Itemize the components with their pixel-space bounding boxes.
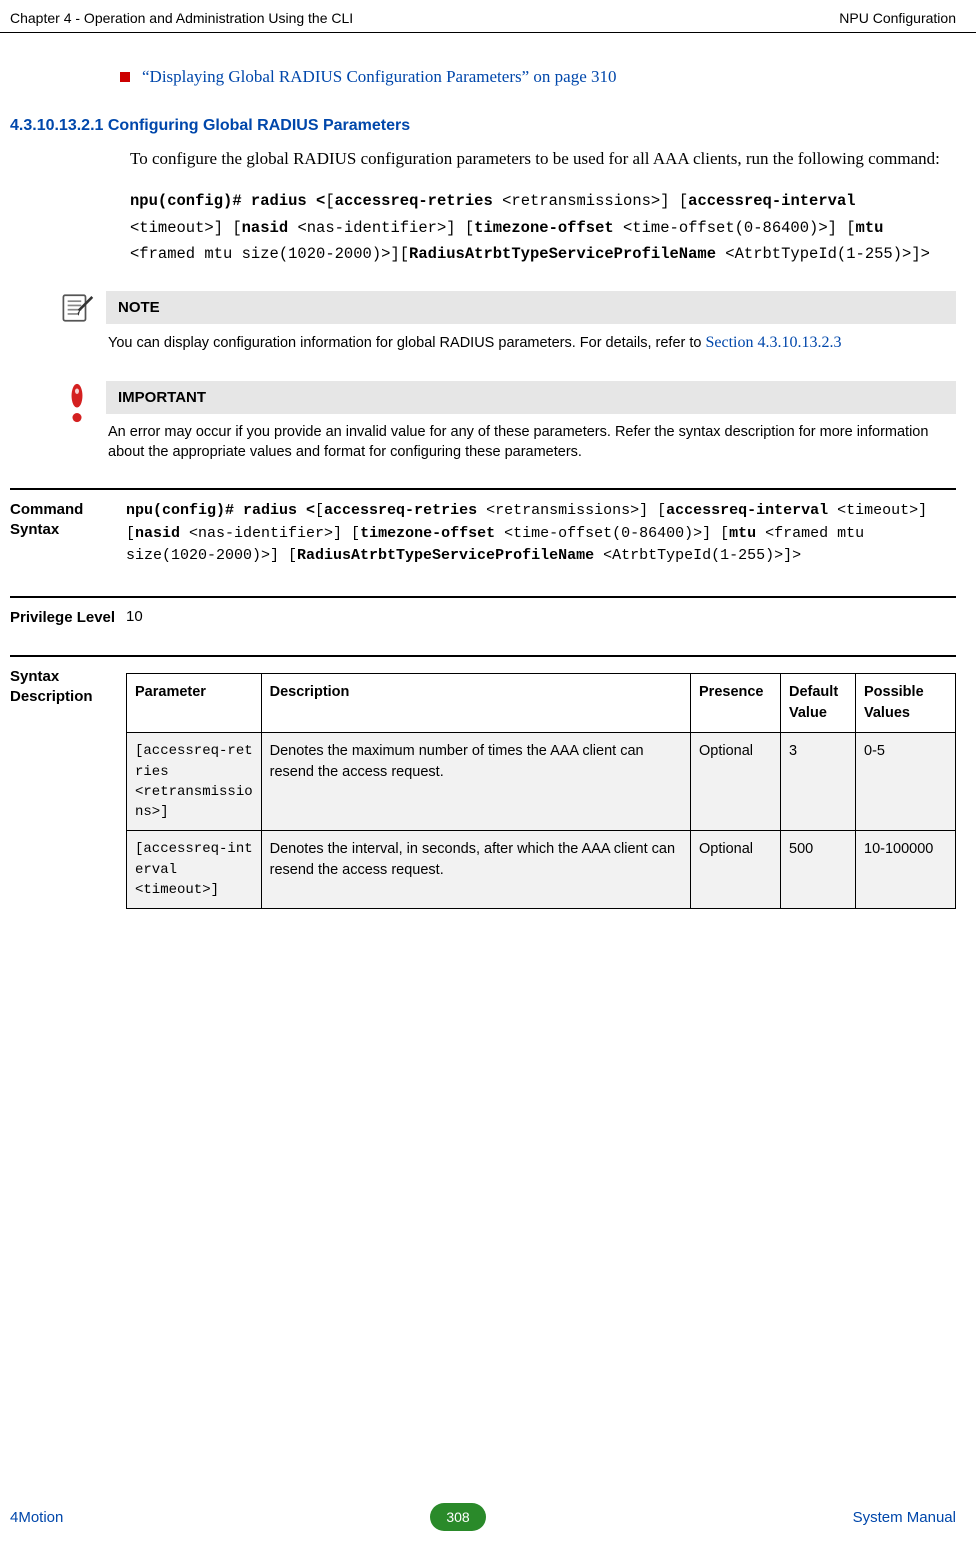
important-icon	[48, 381, 106, 469]
footer-left: 4Motion	[10, 1509, 63, 1526]
important-text: An error may occur if you provide an inv…	[106, 422, 956, 469]
th-possible: Possible Values	[856, 674, 956, 733]
cell-desc: Denotes the maximum number of times the …	[261, 733, 690, 831]
th-parameter: Parameter	[127, 674, 262, 733]
syntax-description-row: Syntax Description Parameter Description…	[10, 655, 956, 909]
intro-paragraph: To configure the global RADIUS configura…	[130, 145, 956, 172]
section-heading: 4.3.10.13.2.1 Configuring Global RADIUS …	[10, 117, 956, 135]
syntax-table: Parameter Description Presence Default V…	[126, 673, 956, 909]
page-footer: 4Motion 308 System Manual	[0, 1503, 976, 1531]
cell-possible: 10-100000	[856, 831, 956, 909]
syntax-description-table-wrap: Parameter Description Presence Default V…	[126, 667, 956, 909]
table-header-row: Parameter Description Presence Default V…	[127, 674, 956, 733]
command-syntax-value: npu(config)# radius <[accessreq-retries …	[126, 500, 956, 568]
command-syntax-row: Command Syntax npu(config)# radius <[acc…	[10, 488, 956, 568]
privilege-level-value: 10	[126, 608, 956, 628]
privilege-level-row: Privilege Level 10	[10, 596, 956, 628]
bullet-square-icon	[120, 72, 130, 82]
footer-right: System Manual	[853, 1509, 956, 1526]
cell-presence: Optional	[691, 733, 781, 831]
header-right: NPU Configuration	[839, 10, 956, 26]
note-callout: NOTE You can display configuration infor…	[48, 291, 956, 360]
page-header: Chapter 4 - Operation and Administration…	[0, 0, 976, 33]
important-title: IMPORTANT	[106, 381, 956, 414]
cell-default: 3	[781, 733, 856, 831]
cell-presence: Optional	[691, 831, 781, 909]
page-number-pill: 308	[430, 1503, 485, 1531]
table-row: [accessreq-interval<timeout>] Denotes th…	[127, 831, 956, 909]
cross-reference-link[interactable]: “Displaying Global RADIUS Configuration …	[142, 67, 617, 87]
note-text: You can display configuration informatio…	[106, 332, 956, 360]
privilege-level-label: Privilege Level	[10, 608, 126, 628]
syntax-description-label: Syntax Description	[10, 667, 126, 909]
cell-possible: 0-5	[856, 733, 956, 831]
cell-param: [accessreq-retries<retransmissions>]	[127, 733, 262, 831]
th-description: Description	[261, 674, 690, 733]
table-row: [accessreq-retries<retransmissions>] Den…	[127, 733, 956, 831]
th-default: Default Value	[781, 674, 856, 733]
note-icon	[48, 291, 106, 360]
cell-default: 500	[781, 831, 856, 909]
note-text-prefix: You can display configuration informatio…	[108, 335, 705, 351]
note-title: NOTE	[106, 291, 956, 324]
cell-param: [accessreq-interval<timeout>]	[127, 831, 262, 909]
bullet-link-row: “Displaying Global RADIUS Configuration …	[120, 67, 956, 87]
important-callout: IMPORTANT An error may occur if you prov…	[48, 381, 956, 469]
header-left: Chapter 4 - Operation and Administration…	[10, 10, 353, 26]
section-reference-link[interactable]: Section 4.3.10.13.2.3	[705, 334, 841, 351]
command-block: npu(config)# radius <[accessreq-retries …	[130, 188, 956, 267]
page-content: “Displaying Global RADIUS Configuration …	[0, 33, 976, 909]
cell-desc: Denotes the interval, in seconds, after …	[261, 831, 690, 909]
command-syntax-label: Command Syntax	[10, 500, 126, 568]
th-presence: Presence	[691, 674, 781, 733]
